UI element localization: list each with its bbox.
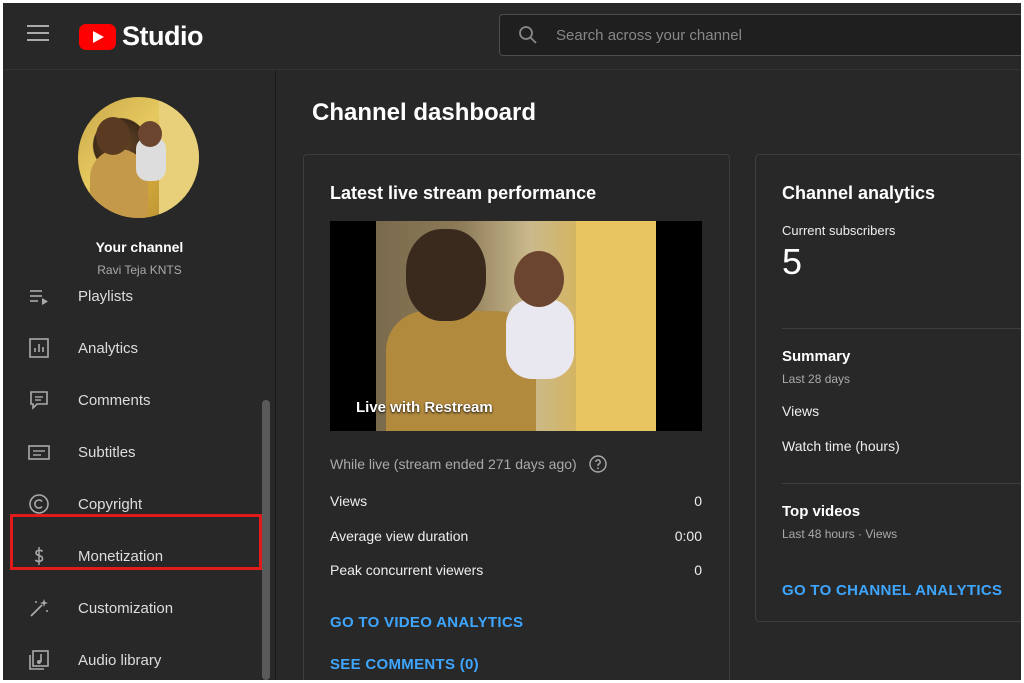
help-icon[interactable] [588,455,607,476]
sidebar-item-label: Copyright [78,495,143,513]
sidebar-item-comments[interactable]: Comments [3,374,263,426]
customization-icon [27,596,51,620]
sidebar-item-label: Playlists [78,288,134,305]
subscribers-count: 5 [782,241,803,282]
youtube-play-icon [79,23,116,50]
playlists-icon [27,288,51,308]
thumbnail-title: Live with Restream [356,399,493,416]
divider [782,483,1021,484]
copyright-icon [27,492,51,516]
audio-library-icon [27,648,51,672]
sidebar-item-audio-library[interactable]: Audio library [3,634,263,680]
live-stream-card: Latest live stream performance Live with… [303,154,730,680]
summary-watch-time-label: Watch time (hours) [782,438,900,454]
see-comments-link[interactable]: SEE COMMENTS (0) [330,656,479,673]
sidebar-item-monetization[interactable]: Monetization [3,530,263,582]
top-bar: Studio [3,3,1021,70]
channel-name: Ravi Teja KNTS [97,263,182,277]
go-to-video-analytics-link[interactable]: GO TO VIDEO ANALYTICS [330,614,523,631]
stat-row-avg-duration: Average view duration 0:00 [330,528,702,544]
sidebar: Your channel Ravi Teja KNTS Playlists An… [3,70,276,680]
sidebar-item-analytics[interactable]: Analytics [3,322,263,374]
stream-status: While live (stream ended 271 days ago) [330,455,607,476]
stat-label: Views [330,493,368,509]
analytics-icon [27,336,51,360]
sidebar-item-label: Customization [78,599,174,617]
logo-text: Studio [122,21,203,51]
search-input[interactable] [556,26,956,44]
page-title: Channel dashboard [312,99,537,126]
live-card-title: Latest live stream performance [330,183,597,203]
sidebar-scrollbar[interactable] [262,400,270,680]
sidebar-item-playlists[interactable]: Playlists [3,288,263,322]
sidebar-item-copyright[interactable]: Copyright [3,478,263,530]
monetization-icon [27,544,51,568]
subscribers-label: Current subscribers [782,223,896,238]
sidebar-item-subtitles[interactable]: Subtitles [3,426,263,478]
top-videos-title: Top videos [782,503,861,520]
live-stream-thumbnail[interactable]: Live with Restream [330,221,702,431]
search-icon [500,25,556,45]
analytics-card-title: Channel analytics [782,183,936,203]
studio-window: Studio Your channel Ravi Teja KNTS Playl… [3,3,1021,680]
go-to-channel-analytics-link[interactable]: GO TO CHANNEL ANALYTICS [782,582,1002,599]
stat-value: 0:00 [674,528,702,544]
stat-row-peak-viewers: Peak concurrent viewers 0 [330,562,702,578]
stat-label: Average view duration [330,528,469,544]
sidebar-item-label: Audio library [78,651,162,669]
search-bar[interactable] [499,14,1021,56]
sidebar-item-label: Subtitles [78,443,136,461]
comments-icon [27,388,51,412]
sidebar-item-label: Monetization [78,547,164,565]
sidebar-item-customization[interactable]: Customization [3,582,263,634]
stat-value: 0 [694,562,702,578]
menu-icon[interactable] [27,25,49,47]
divider [782,328,1021,329]
summary-period: Last 28 days [782,372,851,386]
sidebar-item-label: Analytics [78,339,139,357]
stat-row-views: Views 0 [330,493,702,509]
stat-value: 0 [694,493,702,509]
summary-views-label: Views [782,403,820,419]
summary-title: Summary [782,348,851,365]
studio-logo[interactable]: Studio [79,21,203,52]
stream-status-text: While live (stream ended 271 days ago) [330,456,577,473]
channel-analytics-card: Channel analytics Current subscribers 5 … [755,154,1021,622]
stat-label: Peak concurrent viewers [330,562,484,578]
subtitles-icon [27,440,51,464]
your-channel-label: Your channel [95,239,184,255]
channel-avatar[interactable] [78,97,199,218]
top-videos-period: Last 48 hours · Views [782,527,898,541]
sidebar-nav: Playlists Analytics Comments Subtitles C… [3,288,263,680]
sidebar-item-label: Comments [78,391,151,409]
